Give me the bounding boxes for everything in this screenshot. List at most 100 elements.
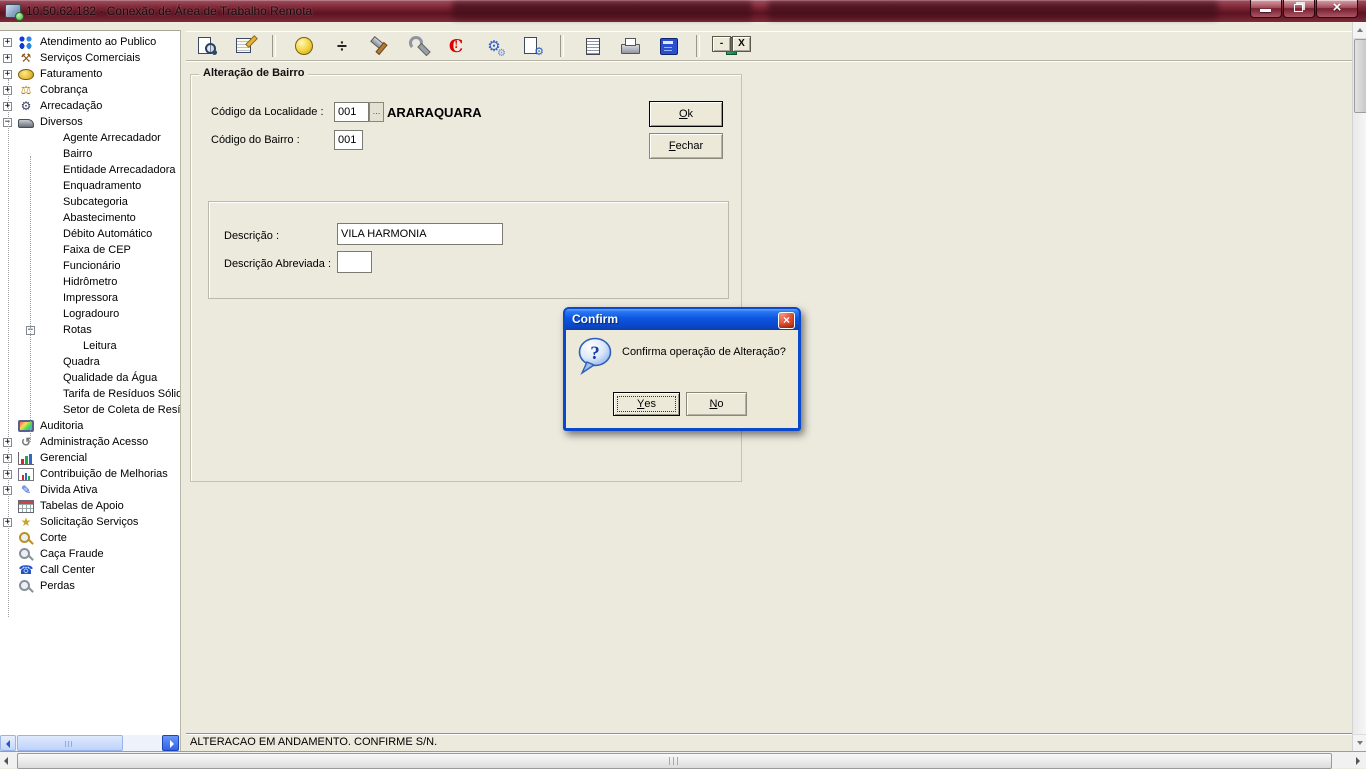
properties-icon[interactable]	[232, 34, 256, 58]
tree-item-auditoria[interactable]: Auditoria	[0, 418, 180, 434]
tree-item-label: Gerencial	[40, 452, 87, 464]
tree-item-label: Abastecimento	[63, 212, 136, 224]
divide-icon[interactable]: ÷	[330, 34, 354, 58]
tree-item-rotas[interactable]: −Rotas	[0, 322, 180, 338]
scroll-left-arrow-icon[interactable]	[0, 735, 16, 751]
calculator-icon[interactable]	[656, 34, 680, 58]
tree-item-enquadramento[interactable]: Enquadramento	[0, 178, 180, 194]
tree-item-qualidade-da-agua[interactable]: Qualidade da Água	[0, 370, 180, 386]
tree-item-arrecadacao[interactable]: +⚙Arrecadação	[0, 98, 180, 114]
window-restore-button[interactable]	[1283, 0, 1315, 18]
tree-item-leitura[interactable]: Leitura	[0, 338, 180, 354]
tree-item-tarifa-de-residuos-solid[interactable]: Tarifa de Resíduos Sólid	[0, 386, 180, 402]
tree-item-entidade-arrecadadora[interactable]: Entidade Arrecadadora	[0, 162, 180, 178]
tree-item-logradouro[interactable]: Logradouro	[0, 306, 180, 322]
tree-item-divida-ativa[interactable]: +✎Divida Ativa	[0, 482, 180, 498]
expand-toggle-icon[interactable]: +	[3, 70, 12, 79]
tree-item-label: Subcategoria	[63, 196, 128, 208]
tree-item-faixa-de-cep[interactable]: Faixa de CEP	[0, 242, 180, 258]
tree-item-call-center[interactable]: ☎Call Center	[0, 562, 180, 578]
fechar-button[interactable]: Fechar	[649, 133, 723, 159]
child-window-minimize-button[interactable]: -	[712, 36, 731, 52]
admin-icon: ↺	[18, 436, 34, 449]
rdp-vertical-scrollbar[interactable]	[1352, 22, 1366, 751]
tree-item-bairro[interactable]: Bairro	[0, 146, 180, 162]
coin-icon[interactable]	[292, 34, 316, 58]
tree-item-administracao-acesso[interactable]: +↺Administração Acesso	[0, 434, 180, 450]
tree-item-diversos[interactable]: −Diversos	[0, 114, 180, 130]
tree-item-label: Entidade Arrecadadora	[63, 164, 176, 176]
print-icon[interactable]	[618, 34, 642, 58]
tree-item-faturamento[interactable]: +Faturamento	[0, 66, 180, 82]
scroll-right-arrow-icon[interactable]	[1350, 753, 1365, 768]
tree-item-tabelas-de-apoio[interactable]: Tabelas de Apoio	[0, 498, 180, 514]
descricao-abreviada-input[interactable]	[337, 251, 372, 273]
window-minimize-button[interactable]	[1250, 0, 1282, 18]
tree-item-label: Débito Automático	[63, 228, 152, 240]
expand-toggle-icon[interactable]: +	[3, 38, 12, 47]
tree-item-label: Impressora	[63, 292, 118, 304]
child-window-close-button[interactable]: X	[732, 36, 751, 52]
svg-text:?: ?	[590, 343, 600, 364]
rdp-icon	[5, 4, 21, 18]
scroll-up-arrow-icon[interactable]	[1353, 22, 1366, 39]
tree-item-impressora[interactable]: Impressora	[0, 290, 180, 306]
chartdoc-icon	[18, 468, 34, 481]
tree-item-abastecimento[interactable]: Abastecimento	[0, 210, 180, 226]
localidade-code-input[interactable]	[334, 102, 369, 122]
tree-item-hidrometro[interactable]: Hidrômetro	[0, 274, 180, 290]
tree-item-agente-arrecadador[interactable]: Agente Arrecadador	[0, 130, 180, 146]
tree-item-label: Cobrança	[40, 84, 88, 96]
tree-item-subcategoria[interactable]: Subcategoria	[0, 194, 180, 210]
horizontal-scroll-thumb[interactable]	[17, 753, 1332, 769]
printer-icon	[18, 119, 34, 128]
tree-item-debito-automatico[interactable]: Débito Automático	[0, 226, 180, 242]
chart-icon	[18, 452, 34, 465]
process-document-icon[interactable]	[520, 34, 544, 58]
descricao-input[interactable]	[337, 223, 503, 245]
tree-item-cobranca[interactable]: +⚖Cobrança	[0, 82, 180, 98]
tree-item-setor-de-coleta-de-resid[interactable]: Setor de Coleta de Resíd	[0, 402, 180, 418]
preview-icon[interactable]	[194, 34, 218, 58]
panel-splitter[interactable]	[180, 30, 187, 751]
tree-item-corte[interactable]: Corte	[0, 530, 180, 546]
tree-item-contribuicao-de-melhorias[interactable]: +Contribuição de Melhorias	[0, 466, 180, 482]
window-close-button[interactable]	[1316, 0, 1358, 18]
tree-item-label: Rotas	[63, 324, 92, 336]
expand-toggle-icon[interactable]: +	[3, 54, 12, 63]
tree-item-label: Serviços Comerciais	[40, 52, 140, 64]
scroll-right-arrow-icon[interactable]	[162, 735, 179, 751]
gears-icon[interactable]: ⚙	[482, 34, 506, 58]
yes-button[interactable]: Yes	[613, 392, 680, 416]
tree-item-gerencial[interactable]: +Gerencial	[0, 450, 180, 466]
tree-item-perdas[interactable]: Perdas	[0, 578, 180, 594]
rdp-titlebar: 10.50.62.182 - Conexão de Área de Trabal…	[0, 0, 1366, 22]
tree-item-label: Perdas	[40, 580, 75, 592]
dialog-close-icon[interactable]: ×	[778, 312, 795, 329]
no-button[interactable]: No	[686, 392, 747, 416]
tree-item-solicitacao-servicos[interactable]: +★Solicitação Serviços	[0, 514, 180, 530]
tree-item-caca-fraude[interactable]: Caça Fraude	[0, 546, 180, 562]
tree-item-funcionario[interactable]: Funcionário	[0, 258, 180, 274]
tree-scroll-thumb[interactable]	[17, 735, 123, 751]
scroll-down-arrow-icon[interactable]	[1353, 734, 1366, 751]
rdp-horizontal-scrollbar[interactable]	[0, 751, 1366, 768]
wrench-icon[interactable]	[406, 34, 430, 58]
vertical-scroll-thumb[interactable]	[1354, 39, 1366, 113]
ok-button[interactable]: Ok	[649, 101, 723, 127]
question-icon: ?	[577, 337, 613, 375]
tree-item-quadra[interactable]: Quadra	[0, 354, 180, 370]
localidade-browse-button[interactable]: ...	[369, 102, 384, 122]
tree-horizontal-scrollbar[interactable]	[0, 734, 180, 751]
bairro-label: Código do Bairro :	[211, 134, 300, 146]
tree-item-servicos-comerciais[interactable]: +⚒Serviços Comerciais	[0, 50, 180, 66]
bairro-code-input[interactable]	[334, 130, 363, 150]
cancel-operation-icon[interactable]: C	[444, 34, 468, 58]
notes-icon[interactable]	[580, 34, 604, 58]
scroll-left-arrow-icon[interactable]	[0, 753, 15, 768]
monitor-icon	[18, 420, 34, 432]
hammer-icon[interactable]	[368, 34, 392, 58]
tree-item-atendimento-ao-publico[interactable]: +Atendimento ao Publico	[0, 34, 180, 50]
tree-item-label: Qualidade da Água	[63, 372, 157, 384]
descricao-abreviada-label: Descrição Abreviada :	[224, 258, 331, 270]
